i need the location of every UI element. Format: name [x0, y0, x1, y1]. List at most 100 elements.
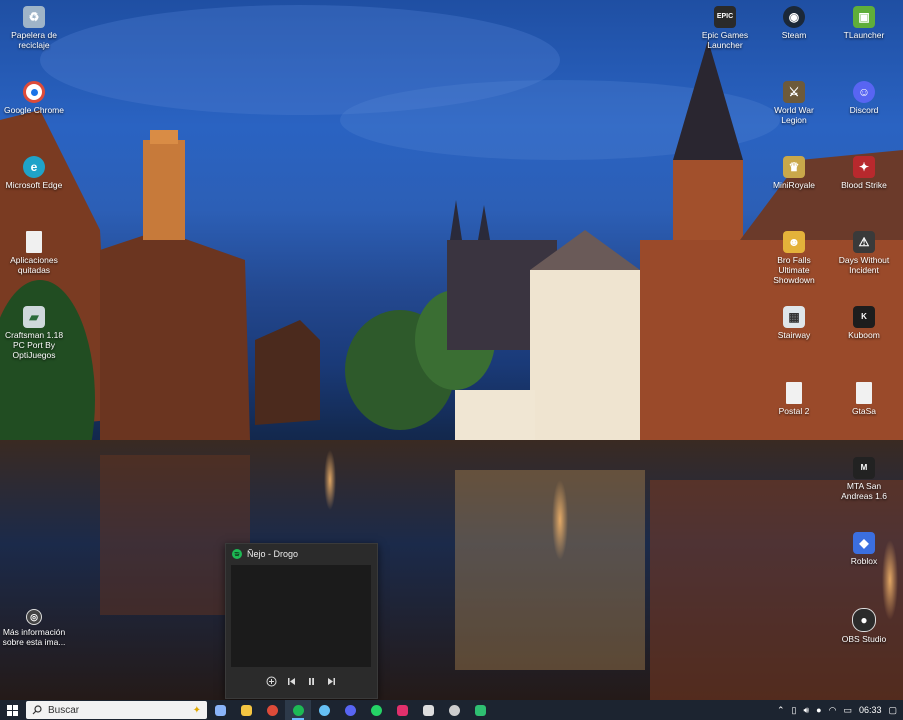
obs-icon [448, 704, 460, 716]
battery-icon[interactable]: ▭ [843, 705, 852, 716]
desktop-icon-bro-falls[interactable]: ☻ Bro Falls Ultimate Showdown [761, 231, 827, 285]
taskbar-search-box[interactable]: Buscar ✦ [26, 701, 207, 719]
clock[interactable]: 06:33 [859, 705, 882, 715]
tlauncher-icon: ▣ [853, 6, 875, 28]
desktop-icon-discord[interactable]: ☺ Discord [831, 81, 897, 115]
icon-label: Stairway [777, 330, 811, 340]
wifi-icon[interactable]: ◠ [829, 705, 837, 716]
recycle-bin-icon: ♻ [23, 6, 45, 28]
next-track-button[interactable] [326, 676, 337, 687]
discord-icon [344, 704, 356, 716]
craftsman-icon: ▰ [23, 306, 45, 328]
icon-label: Discord [849, 105, 879, 115]
desktop-icon-gtasa[interactable]: GtaSa [831, 382, 897, 416]
desktop-icon-aplicaciones-quitadas[interactable]: Aplicaciones quitadas [1, 231, 67, 275]
epic-games-icon [422, 704, 434, 716]
edge-icon: e [23, 156, 45, 178]
search-highlight-icon: ✦ [192, 704, 201, 716]
desktop-icon-blood-strike[interactable]: ✦ Blood Strike [831, 156, 897, 190]
pause-icon [309, 678, 314, 685]
start-button[interactable] [0, 700, 24, 720]
icon-label: Postal 2 [778, 406, 810, 416]
world-war-legion-icon: ⚔ [783, 81, 805, 103]
system-tray: ⌃ ▯ 🔊︎ ● ◠ ▭ 06:33 ▢ [777, 705, 903, 716]
chrome-icon [23, 81, 45, 103]
camera-info-icon: ◎ [26, 609, 42, 625]
icon-label: Google Chrome [3, 105, 64, 115]
steam-icon [318, 704, 330, 716]
spotify-icon [292, 704, 304, 716]
desktop-icon-kuboom[interactable]: K Kuboom [831, 306, 897, 340]
window-preview[interactable] [231, 565, 371, 667]
spotify-thumbnail-popup[interactable]: Ñejo - Drogo [225, 543, 378, 699]
icon-label: Days Without Incident [838, 255, 890, 275]
desktop-icon-steam[interactable]: ◉ Steam [761, 6, 827, 40]
roblox-icon: ◆ [853, 532, 875, 554]
taskbar-file-explorer[interactable] [233, 700, 259, 720]
taskbar-instagram[interactable] [389, 700, 415, 720]
desktop-icon-mas-informacion[interactable]: ◎ Más información sobre esta ima... [1, 609, 67, 647]
desktop-icon-tlauncher[interactable]: ▣ TLauncher [831, 6, 897, 40]
desktop-icon-miniroyale[interactable]: ♛ MiniRoyale [761, 156, 827, 190]
icon-label: Craftsman 1.18 PC Port By OptiJuegos [4, 330, 64, 360]
steam-icon: ◉ [783, 6, 805, 28]
previous-track-button[interactable] [286, 676, 297, 687]
previous-icon [288, 678, 295, 685]
desktop-icon-edge[interactable]: e Microsoft Edge [1, 156, 67, 190]
icon-label: OBS Studio [841, 634, 887, 644]
search-placeholder: Buscar [48, 704, 80, 716]
next-icon [328, 678, 335, 685]
bro-falls-icon: ☻ [783, 231, 805, 253]
icon-label: World War Legion [774, 105, 814, 125]
icon-label: Microsoft Edge [5, 180, 63, 190]
icon-label: Papelera de reciclaje [11, 30, 57, 50]
desktop-icon-postal-2[interactable]: Postal 2 [761, 382, 827, 416]
microphone-icon[interactable]: ● [816, 705, 821, 715]
miniroyale-icon: ♛ [783, 156, 805, 178]
taskbar-epic-games[interactable] [415, 700, 441, 720]
icon-label: Bro Falls Ultimate Showdown [773, 255, 815, 285]
desktop-icon-obs-studio[interactable]: ● OBS Studio [831, 608, 897, 644]
taskbar-app[interactable] [467, 700, 493, 720]
task-view-icon [214, 704, 226, 716]
epic-games-icon: EPIC [714, 6, 736, 28]
taskbar-task-view[interactable] [207, 700, 233, 720]
desktop-icon-chrome[interactable]: Google Chrome [1, 81, 67, 115]
blood-strike-icon: ✦ [853, 156, 875, 178]
desktop-icon-stairway[interactable]: ▦ Stairway [761, 306, 827, 340]
taskbar-obs[interactable] [441, 700, 467, 720]
stairway-icon: ▦ [783, 306, 805, 328]
desktop-icon-roblox[interactable]: ◆ Roblox [831, 532, 897, 566]
device-icon[interactable]: ▯ [792, 705, 797, 716]
icon-label: Blood Strike [841, 180, 887, 190]
notifications-icon[interactable]: ▢ [888, 705, 897, 716]
desktop-icon-craftsman[interactable]: ▰ Craftsman 1.18 PC Port By OptiJuegos [1, 306, 67, 360]
taskbar-whatsapp[interactable] [363, 700, 389, 720]
desktop-icon-mta-san-andreas[interactable]: M MTA San Andreas 1.6 [831, 457, 897, 501]
media-controls [226, 676, 377, 687]
desktop-icon-epic-games[interactable]: EPIC Epic Games Launcher [692, 6, 758, 50]
icon-label: Aplicaciones quitadas [10, 255, 58, 275]
volume-icon[interactable]: 🔊︎ [803, 705, 809, 716]
taskbar-spotify[interactable] [285, 700, 311, 720]
spotify-icon [232, 549, 242, 559]
taskbar-chrome[interactable] [259, 700, 285, 720]
search-icon [32, 705, 42, 715]
days-without-incident-icon: ⚠ [853, 231, 875, 253]
taskbar-discord[interactable] [337, 700, 363, 720]
icon-label: Más información sobre esta ima... [2, 627, 66, 647]
instagram-icon [396, 704, 408, 716]
taskbar: Buscar ✦ ⌃ ▯ 🔊︎ ● ◠ ▭ 06:33 ▢ [0, 700, 903, 720]
desktop: ♻ Papelera de reciclaje Google Chrome e … [0, 0, 903, 700]
desktop-icon-recycle-bin[interactable]: ♻ Papelera de reciclaje [1, 6, 67, 50]
discord-icon: ☺ [853, 81, 875, 103]
add-to-library-button[interactable] [266, 676, 277, 687]
add-icon [266, 676, 277, 687]
gtasa-icon [856, 382, 872, 404]
obs-icon: ● [852, 608, 876, 632]
desktop-icon-world-war-legion[interactable]: ⚔ World War Legion [761, 81, 827, 125]
taskbar-steam[interactable] [311, 700, 337, 720]
chevron-up-icon[interactable]: ⌃ [777, 705, 785, 716]
pause-button[interactable] [306, 676, 317, 687]
desktop-icon-days-without-incident[interactable]: ⚠ Days Without Incident [831, 231, 897, 275]
